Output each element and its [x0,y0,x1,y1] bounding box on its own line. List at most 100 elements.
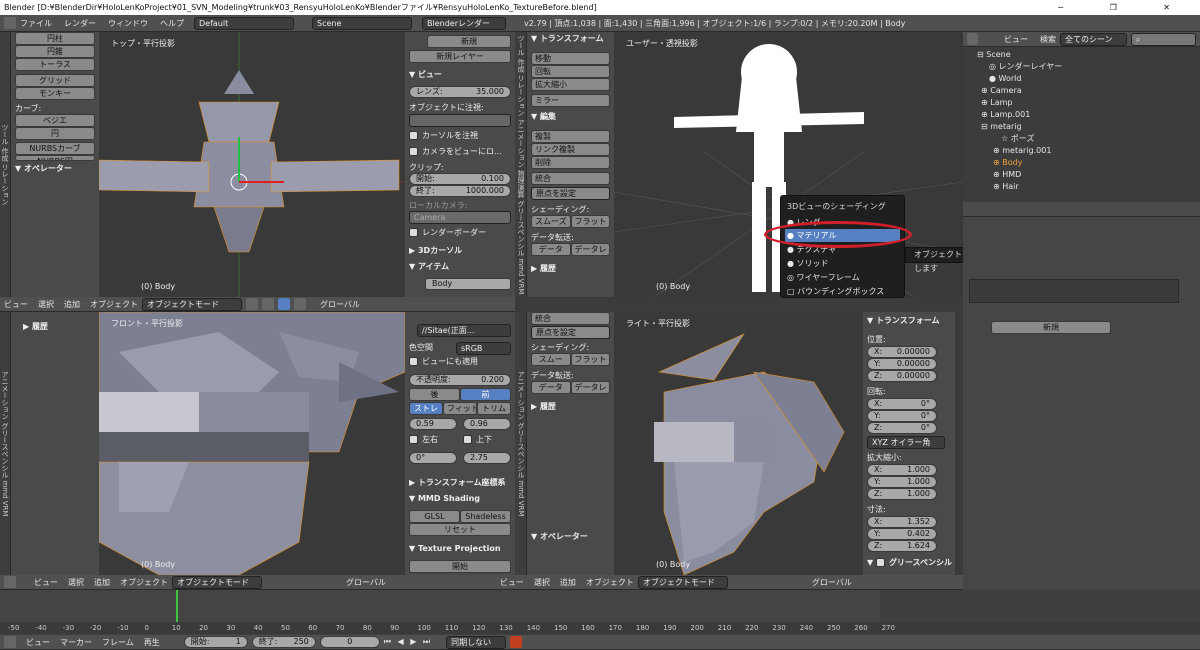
glsl-button[interactable]: GLSL [409,510,460,523]
side-tabs-tl[interactable]: ツール 作成 リレーション [0,32,11,297]
flip-x-checkbox[interactable]: 左右 [409,434,457,445]
loc-y-field[interactable]: Y: 0.00000 [867,358,937,370]
shading-option-solid[interactable]: ● ソリッド [787,257,900,270]
orientation-select[interactable]: グローバル [320,299,360,310]
rot-x-field[interactable]: X: 0° [867,398,937,410]
add-bezier-button[interactable]: ベジエ [15,114,95,127]
sync-select[interactable]: 同期しない [446,635,507,649]
add-nurbs-curve-button[interactable]: NURBSカーブ [15,142,95,155]
rotation-mode-select[interactable]: XYZ オイラー角 [867,436,945,449]
scl-z-field[interactable]: Z: 1.000 [867,488,937,500]
outliner-item[interactable]: ⊕ Lamp.001 [981,109,1200,121]
new-layer-button[interactable]: 新規レイヤー [409,50,511,63]
layout-select[interactable]: Default [194,16,294,30]
menu-view[interactable]: ビュー [34,577,58,588]
clip-start-field[interactable]: 開始: 0.100 [409,173,511,185]
side-tabs-br[interactable]: アニメーション グリースペンシル mmd VRM [515,312,527,575]
lock-object-field[interactable] [409,114,511,127]
material-slot-list[interactable] [969,279,1179,303]
menu-add[interactable]: 追加 [64,299,80,310]
apply-view-checkbox[interactable]: ビューにも適用 [409,356,511,367]
start-button[interactable]: 開始 [409,560,511,573]
flat-button[interactable]: フラット [570,353,610,366]
data-button[interactable]: データ [531,381,571,394]
menu-help[interactable]: ヘルプ [160,18,184,29]
menu-view[interactable]: ビュー [4,299,28,310]
outliner-item[interactable]: ⊕ Body [993,157,1200,169]
menu-view[interactable]: ビュー [26,637,50,648]
add-nurbs-circle-button[interactable]: NURBS円 [15,155,95,161]
playback-controls[interactable]: ⏮ ◀ ▶ ⏭ [384,637,432,647]
add-torus-button[interactable]: トーラス [15,58,95,71]
engine-select[interactable]: Blenderレンダー [422,16,506,30]
viewport-front[interactable]: フロント・平行投影 (0) Body [99,312,405,575]
menu-select[interactable]: 選択 [68,577,84,588]
window-controls[interactable]: ─ ❐ ✕ [1058,0,1192,15]
rotation-field[interactable]: 0° [409,452,457,464]
timeline-editor-icon[interactable] [4,636,16,648]
menu-object-2[interactable]: オブジェクト [586,577,634,588]
stretch-button[interactable]: ストレ [409,402,443,415]
delete-button[interactable]: 削除 [531,156,610,169]
shading-option-bbox[interactable]: ▢ バウンディングボックス [787,285,900,298]
outliner-search-input[interactable]: ⌕ [1130,32,1196,46]
timeline[interactable]: -50 -40 -30 -20 -10 0 10 20 30 40 50 60 70 80 90 100 110… [0,590,1200,635]
outliner-scenes-select[interactable]: 全てのシーン [1060,32,1127,46]
origin-select[interactable]: 原点を設定 [531,326,610,339]
side-tabs-bl[interactable]: アニメーション グリースペンシル mmd VRM [0,312,11,575]
reset-button[interactable]: リセット [409,523,511,536]
outliner-item[interactable]: ⊟ Scene [977,49,1200,61]
rot-y-field[interactable]: Y: 0° [867,410,937,422]
clip-end-field[interactable]: 終了: 1000.000 [409,185,511,197]
editor-type-icon[interactable] [4,576,16,588]
data-layer-button[interactable]: データレ [570,381,610,394]
outliner-item[interactable]: ⊕ HMD [993,169,1200,181]
shading-option-wireframe[interactable]: ◎ ワイヤーフレーム [787,271,900,284]
rot-z-field[interactable]: Z: 0° [867,422,937,434]
outliner-item[interactable]: ⊕ Hair [993,181,1200,193]
transform-orient-header[interactable]: ▶ トランスフォーム座標系 [405,476,511,489]
outliner-item[interactable]: ⊕ Lamp [981,97,1200,109]
smooth-button[interactable]: スムー [531,353,571,366]
loc-x-field[interactable]: X: 0.00000 [867,346,937,358]
size-field[interactable]: 2.75 [463,452,511,464]
outliner-item[interactable]: ☆ ポーズ [1001,133,1200,145]
outliner-view-menu[interactable]: ビュー [1004,34,1028,45]
record-icon[interactable] [510,636,523,648]
history-panel-header[interactable]: ▶ 履歴 [527,262,610,275]
outliner-search-menu[interactable]: 検索 [1040,34,1056,45]
menu-object[interactable]: オブジェクト [120,577,168,588]
dim-y-field[interactable]: Y: 0.402 [867,528,937,540]
mmd-shading-header[interactable]: ▼ MMD Shading [405,492,511,505]
add-monkey-button[interactable]: モンキー [15,87,95,100]
menu-render[interactable]: レンダー [64,18,96,29]
menu-frame[interactable]: フレーム [102,637,134,648]
colorspace-select[interactable]: sRGB [456,342,511,355]
shadeless-button[interactable]: Shadeless [460,510,511,523]
menu-window[interactable]: ウィンドウ [108,18,148,29]
manipulator-icon[interactable] [278,298,290,310]
scale-button[interactable]: 拡大縮小 [531,78,610,91]
mode-select-2[interactable]: オブジェクトモード [637,575,728,589]
history-panel-header[interactable]: ▶ 履歴 [19,320,95,333]
scl-x-field[interactable]: X: 1.000 [867,464,937,476]
checkbox-icon[interactable] [875,558,885,567]
offset-y-field[interactable]: 0.96 [463,418,511,430]
scl-y-field[interactable]: Y: 1.000 [867,476,937,488]
duplicate-button[interactable]: 複製 [531,130,610,143]
new-button[interactable]: 新規 [427,35,511,48]
camera-to-view-checkbox[interactable]: カメラをビューにロ... [409,146,511,157]
camera-field[interactable]: Camera [409,211,511,224]
orientation-select[interactable]: グローバル [346,577,386,588]
link-duplicate-button[interactable]: リンク複製 [531,143,610,156]
smooth-button[interactable]: スムーズ [531,215,571,228]
mirror-button[interactable]: ミラー [531,94,610,107]
menu-select[interactable]: 選択 [38,299,54,310]
add-cone-button[interactable]: 円錐 [15,45,95,58]
menu-add-2[interactable]: 追加 [560,577,576,588]
grease-pencil-header[interactable]: ▼ グリースペンシル [863,556,952,569]
offset-x-field[interactable]: 0.59 [409,418,457,430]
outliner-item[interactable]: ⊕ metarig.001 [993,145,1200,157]
menu-object[interactable]: オブジェクト [90,299,138,310]
outliner-item[interactable]: ⊕ Camera [981,85,1200,97]
